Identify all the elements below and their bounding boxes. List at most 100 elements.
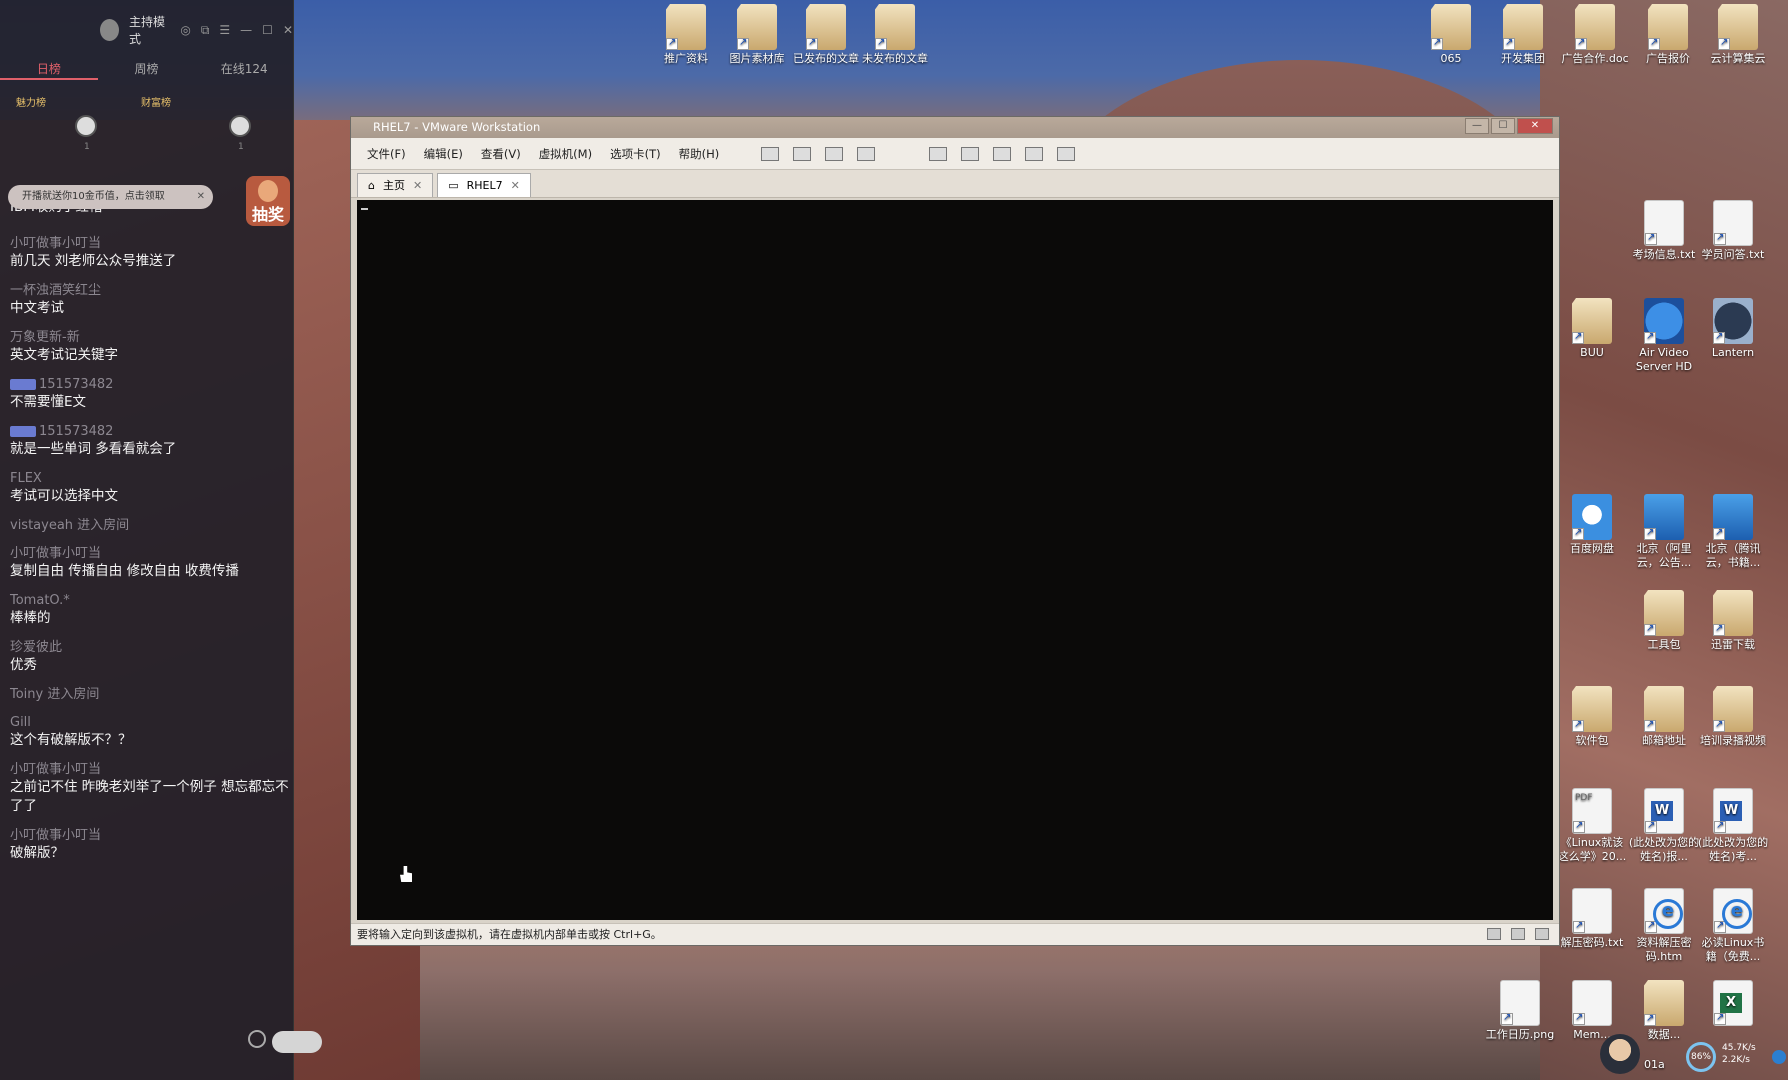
- menu-icon[interactable]: ☰: [219, 23, 230, 37]
- menu-file[interactable]: 文件(F): [367, 146, 406, 162]
- desktop-icon[interactable]: 必读Linux书籍（免费...: [1697, 888, 1769, 964]
- revert-icon[interactable]: [825, 146, 844, 161]
- manage-snapshots-icon[interactable]: [857, 146, 876, 161]
- desktop-icon[interactable]: Lantern: [1697, 298, 1769, 360]
- desktop-icon[interactable]: 云计算集云: [1702, 4, 1774, 66]
- emoji-icon[interactable]: [248, 1030, 266, 1048]
- chat-username[interactable]: 151573482: [10, 376, 290, 393]
- charm-top-avatar[interactable]: [75, 115, 97, 137]
- tab-home[interactable]: ⌂ 主页 ✕: [357, 173, 434, 197]
- chat-username[interactable]: Gill: [10, 714, 290, 731]
- desktop-icon[interactable]: 学员问答.txt: [1697, 200, 1769, 262]
- power-icon[interactable]: [761, 146, 780, 161]
- popout-icon[interactable]: ⧉: [201, 23, 210, 38]
- wealth-rank-label[interactable]: 财富榜: [141, 94, 171, 109]
- desktop-icon[interactable]: (此处改为您的姓名)考...: [1697, 788, 1769, 864]
- desktop-icon[interactable]: 065: [1415, 4, 1487, 66]
- menu-edit[interactable]: 编辑(E): [424, 146, 463, 162]
- settings-icon[interactable]: ◎: [180, 23, 190, 37]
- desktop-icon[interactable]: (此处改为您的姓名)报...: [1628, 788, 1700, 864]
- banner-close-icon[interactable]: ✕: [197, 185, 205, 209]
- chat-username[interactable]: 151573482: [10, 423, 290, 440]
- vm-titlebar[interactable]: RHEL7 - VMware Workstation — ☐ ✕: [351, 117, 1559, 138]
- snapshot-icon[interactable]: [793, 146, 812, 161]
- desktop-icon[interactable]: Mem...: [1556, 980, 1628, 1042]
- vm-maximize-icon[interactable]: ☐: [1491, 118, 1515, 134]
- desktop-icon[interactable]: 已发布的文章: [790, 4, 862, 66]
- desktop-icon[interactable]: BUU: [1556, 298, 1628, 360]
- unity-icon[interactable]: [1025, 146, 1044, 161]
- desktop-icon[interactable]: 北京（阿里云，公告...: [1628, 494, 1700, 570]
- chat-username[interactable]: TomatO.*: [10, 592, 290, 609]
- reward-banner[interactable]: 开播就送你10金币值，点击领取 ✕: [8, 185, 213, 209]
- wealth-top-avatar[interactable]: [229, 115, 251, 137]
- chat-username[interactable]: 小叮做事小叮当: [10, 545, 290, 562]
- tab-rhel7-label: RHEL7: [466, 178, 503, 192]
- desktop-icon[interactable]: 图片素材库: [721, 4, 793, 66]
- chat-username[interactable]: 一杯浊酒笑红尘: [10, 282, 290, 299]
- desktop-icon[interactable]: 北京（腾讯云，书籍...: [1697, 494, 1769, 570]
- network-tray-icon[interactable]: [1772, 1050, 1786, 1064]
- level-badge-icon: [10, 379, 36, 390]
- maximize-icon[interactable]: ☐: [262, 23, 273, 37]
- tab-online[interactable]: 在线124: [195, 60, 293, 80]
- hdd-icon[interactable]: [1487, 928, 1501, 940]
- desktop-icon[interactable]: 培训录播视频: [1697, 686, 1769, 748]
- chat-username[interactable]: 万象更新-新: [10, 329, 290, 346]
- chat-username[interactable]: Toiny 进入房间: [10, 686, 290, 703]
- desktop-icon[interactable]: 开发集团: [1487, 4, 1559, 66]
- desktop-icon[interactable]: [1697, 980, 1769, 1028]
- memory-percent[interactable]: 86%: [1686, 1042, 1716, 1072]
- desktop-icon[interactable]: 广告报价: [1632, 4, 1704, 66]
- chat-username[interactable]: FLEX: [10, 470, 290, 487]
- desktop-icon[interactable]: 推广资料: [650, 4, 722, 66]
- host-avatar[interactable]: [100, 19, 119, 41]
- vm-minimize-icon[interactable]: —: [1465, 118, 1489, 134]
- desktop-icon[interactable]: 迅雷下载: [1697, 590, 1769, 652]
- display-icon[interactable]: [1535, 928, 1549, 940]
- close-icon[interactable]: ✕: [283, 23, 293, 37]
- desktop-icon[interactable]: 考场信息.txt: [1628, 200, 1700, 262]
- vm-console[interactable]: [357, 200, 1553, 920]
- desktop-icon[interactable]: 百度网盘: [1556, 494, 1628, 556]
- library-icon[interactable]: [929, 146, 948, 161]
- app-play-icon: [1644, 298, 1684, 344]
- fullscreen-icon[interactable]: [993, 146, 1012, 161]
- chat-username[interactable]: 小叮做事小叮当: [10, 761, 290, 778]
- desktop-icon[interactable]: 工具包: [1628, 590, 1700, 652]
- desktop-icon[interactable]: 数据...: [1628, 980, 1700, 1042]
- charm-rank-label[interactable]: 魅力榜: [16, 94, 46, 109]
- network-icon[interactable]: [1511, 928, 1525, 940]
- menu-vm[interactable]: 虚拟机(M): [539, 146, 592, 162]
- tab-weekly[interactable]: 周榜: [98, 60, 196, 80]
- desktop-icon[interactable]: 邮箱地址: [1628, 686, 1700, 748]
- desktop-icon[interactable]: Air Video Server HD: [1628, 298, 1700, 374]
- desktop-icon[interactable]: 未发布的文章: [859, 4, 931, 66]
- doc-icon: [1572, 888, 1612, 934]
- tab-rhel7[interactable]: ▭ RHEL7 ✕: [437, 173, 531, 197]
- menu-help[interactable]: 帮助(H): [679, 146, 720, 162]
- desktop-icon[interactable]: 解压密码.txt: [1556, 888, 1628, 950]
- chat-username[interactable]: 小叮做事小叮当: [10, 235, 290, 252]
- lottery-button[interactable]: 抽奖: [246, 176, 290, 226]
- chat-username[interactable]: 小叮做事小叮当: [10, 827, 290, 844]
- chat-username[interactable]: 珍爱彼此: [10, 639, 290, 656]
- vm-close-icon[interactable]: ✕: [1517, 118, 1553, 134]
- stretch-icon[interactable]: [1057, 146, 1076, 161]
- tab-daily[interactable]: 日榜: [0, 60, 98, 80]
- desktop-icon[interactable]: 资料解压密码.htm: [1628, 888, 1700, 964]
- menu-view[interactable]: 查看(V): [481, 146, 521, 162]
- desktop-icon[interactable]: 《Linux就该这么学》20...: [1556, 788, 1628, 864]
- console-view-icon[interactable]: [961, 146, 980, 161]
- desktop-icon-label: 软件包: [1575, 734, 1609, 747]
- desktop-icon[interactable]: 广告合作.doc: [1559, 4, 1631, 66]
- desktop-icon-label: 广告合作.doc: [1561, 52, 1629, 65]
- desktop-icon[interactable]: 软件包: [1556, 686, 1628, 748]
- send-button[interactable]: [272, 1031, 322, 1053]
- tab-close-icon[interactable]: ✕: [413, 175, 422, 197]
- desktop-icon[interactable]: 工作日历.png: [1484, 980, 1556, 1042]
- tab-close-icon[interactable]: ✕: [511, 175, 520, 197]
- menu-tabs[interactable]: 选项卡(T): [610, 146, 661, 162]
- minimize-icon[interactable]: —: [240, 23, 252, 37]
- chat-username[interactable]: vistayeah 进入房间: [10, 517, 290, 534]
